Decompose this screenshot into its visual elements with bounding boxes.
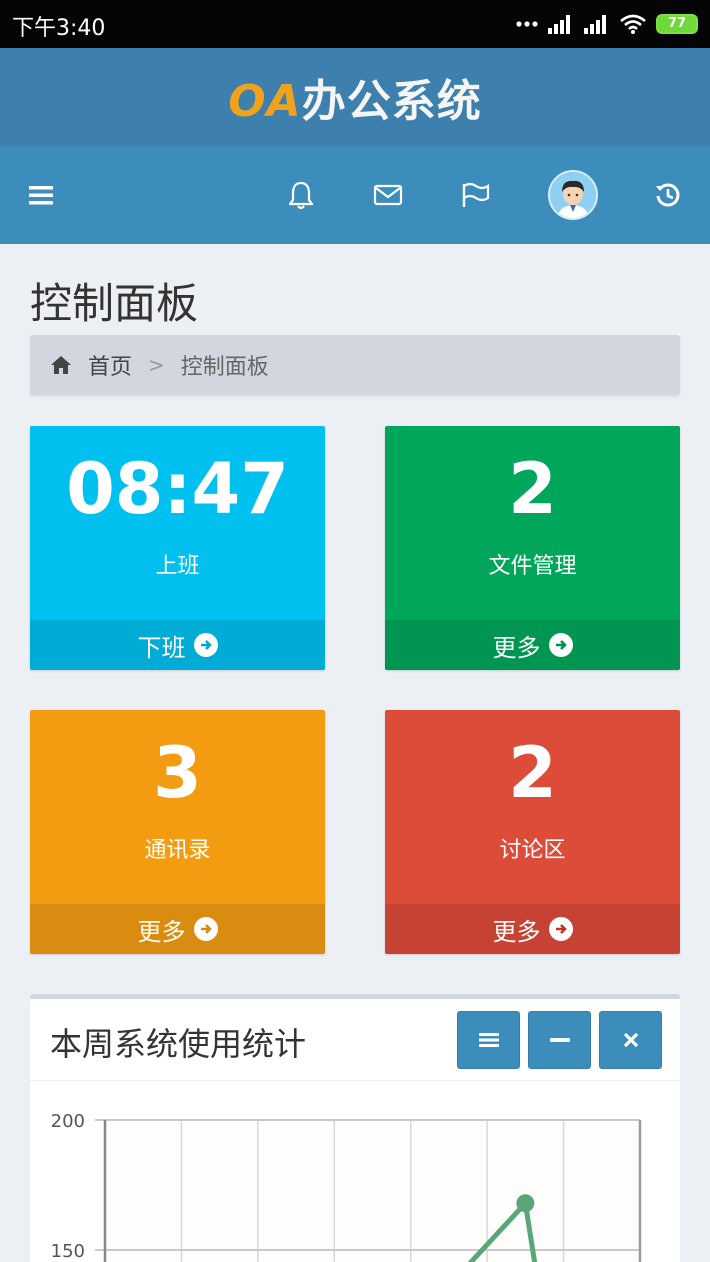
- box-header: 本周系统使用统计: [30, 999, 680, 1081]
- plot-background: [105, 1120, 640, 1262]
- status-icons: 77: [516, 12, 698, 36]
- arrow-circle-right-icon: [193, 917, 218, 941]
- tile-label: 讨论区: [499, 838, 566, 863]
- breadcrumb-home-link[interactable]: 首页: [88, 349, 132, 381]
- box-tools: [457, 1011, 662, 1069]
- series-point: [516, 1194, 535, 1213]
- avatar: [548, 170, 598, 220]
- more-dots-icon: [516, 21, 538, 27]
- y-tick-label: 150: [51, 1241, 85, 1262]
- tile-footer-label: 更多: [492, 633, 541, 662]
- tile-footer-link[interactable]: 下班: [30, 620, 325, 670]
- messages-button[interactable]: [353, 146, 423, 244]
- tile-value: 2: [508, 732, 557, 814]
- minus-icon: [549, 1038, 570, 1042]
- history-icon: [656, 183, 680, 207]
- arrow-circle-right-icon: [548, 917, 573, 941]
- tile-contacts: 3 通讯录 更多: [30, 710, 325, 954]
- app-logo: OA办公系统: [228, 65, 481, 129]
- weekly-usage-box: 本周系统使用统计 200 150: [30, 994, 680, 1262]
- tile-footer-link[interactable]: 更多: [30, 904, 325, 954]
- envelope-icon: [373, 184, 403, 206]
- tile-footer-label: 更多: [492, 917, 541, 946]
- signal-icon-2: [584, 15, 606, 34]
- box-collapse-button[interactable]: [528, 1011, 591, 1069]
- box-menu-button[interactable]: [457, 1011, 520, 1069]
- home-icon: [51, 356, 71, 374]
- tile-discussion: 2 讨论区 更多: [385, 710, 680, 954]
- bell-icon: [288, 181, 314, 210]
- bars-icon: [478, 1033, 499, 1047]
- tile-files: 2 文件管理 更多: [385, 426, 680, 670]
- tile-value: 08:47: [66, 448, 289, 530]
- tile-label: 文件管理: [488, 554, 577, 579]
- page-title: 控制面板: [30, 279, 199, 328]
- tasks-button[interactable]: [441, 146, 511, 244]
- signal-icon: [548, 15, 570, 34]
- tile-value: 2: [508, 448, 557, 530]
- notifications-button[interactable]: [266, 146, 336, 244]
- breadcrumb-separator: >: [148, 353, 165, 377]
- logo-text: 办公系统: [301, 76, 482, 127]
- status-bar: 下午3:40 77: [0, 0, 710, 48]
- tile-value: 3: [153, 732, 202, 814]
- menu-toggle-button[interactable]: [6, 146, 76, 244]
- tile-label: 上班: [155, 554, 200, 579]
- arrow-circle-right-icon: [193, 633, 218, 657]
- history-button[interactable]: [633, 146, 703, 244]
- breadcrumb-current: 控制面板: [180, 355, 269, 380]
- tile-label: 通讯录: [144, 838, 211, 863]
- tile-footer-label: 更多: [137, 917, 186, 946]
- y-tick-label: 200: [51, 1111, 85, 1132]
- box-title: 本周系统使用统计: [50, 1025, 307, 1063]
- usage-line-chart: 200 150: [51, 1111, 642, 1262]
- breadcrumb: 首页 > 控制面板: [30, 335, 680, 395]
- tile-footer-label: 下班: [137, 633, 186, 662]
- battery-icon: 77: [656, 14, 698, 34]
- tile-footer-link[interactable]: 更多: [385, 904, 680, 954]
- wifi-icon: [620, 14, 646, 34]
- top-navbar: [0, 146, 710, 244]
- tile-attendance: 08:47 上班 下班: [30, 426, 325, 670]
- logo-bar: OA办公系统: [0, 48, 710, 146]
- status-time: 下午3:40: [12, 16, 106, 41]
- arrow-circle-right-icon: [548, 633, 573, 657]
- logo-oa: OA: [228, 76, 302, 127]
- tile-footer-link[interactable]: 更多: [385, 620, 680, 670]
- flag-icon: [462, 182, 490, 207]
- box-close-button[interactable]: [599, 1011, 662, 1069]
- hamburger-icon: [29, 186, 53, 205]
- close-icon: [623, 1032, 638, 1048]
- chart-area: 200 150: [30, 1086, 680, 1262]
- user-menu-button[interactable]: [538, 146, 608, 244]
